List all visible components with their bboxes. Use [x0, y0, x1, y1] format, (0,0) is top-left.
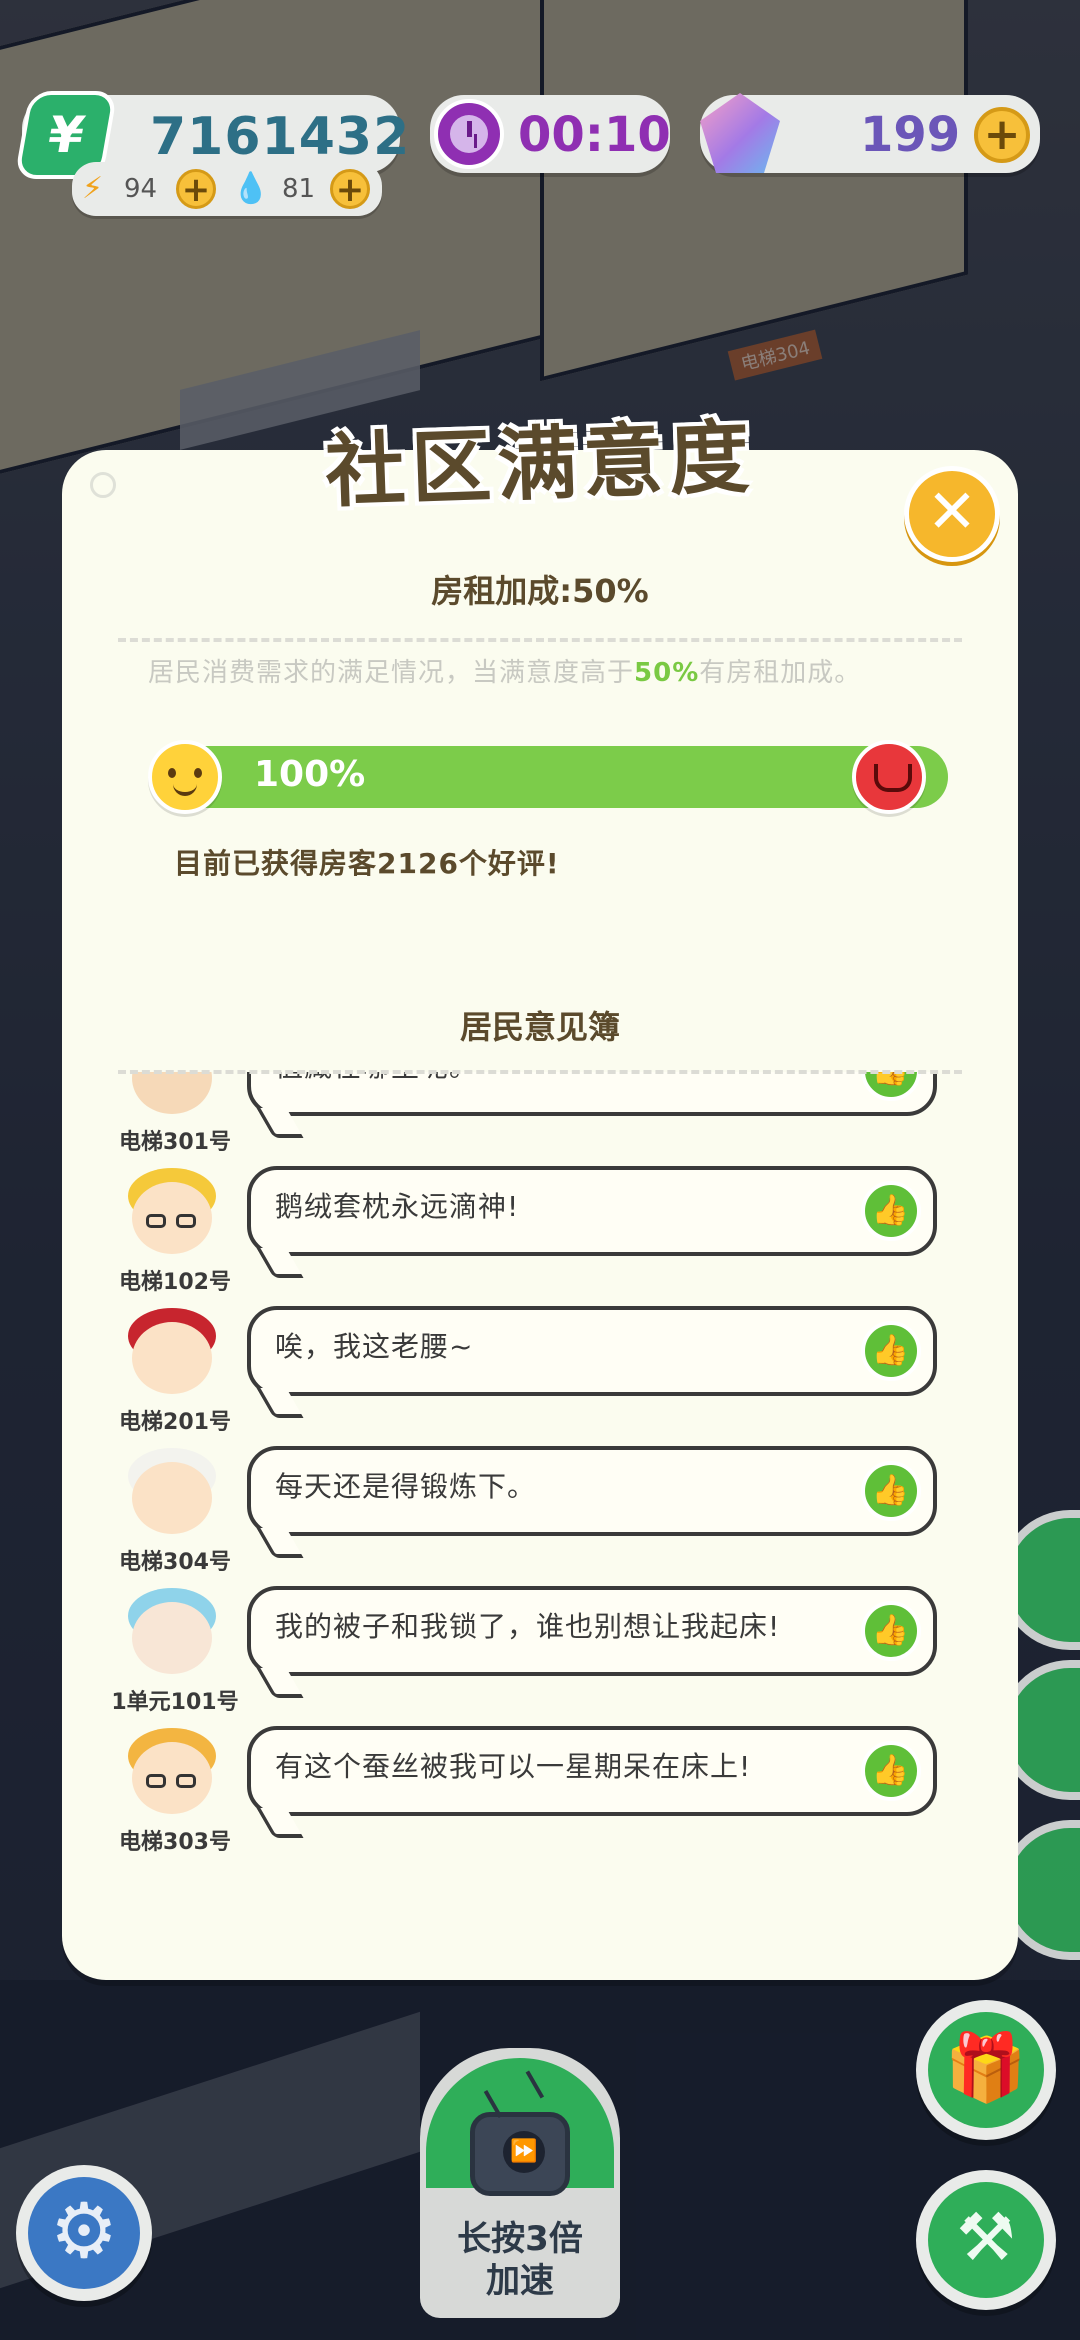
chef-avatar [120, 1442, 224, 1538]
comment-text: 我的被子和我锁了，谁也别想让我起床! [275, 1610, 781, 1643]
description-text: 居民消费需求的满足情况，当满意度高于 [148, 658, 635, 688]
comment-row: 电梯303号 有这个蚕丝被我可以一星期呆在床上! 👍 [62, 1722, 1018, 1862]
comment-bubble: 有这个蚕丝被我可以一星期呆在床上! 👍 [247, 1726, 937, 1816]
comment-row: 电梯304号 每天还是得锻炼下。 👍 [62, 1442, 1018, 1582]
thumbs-up-icon[interactable]: 👍 [861, 1181, 921, 1241]
comment-row: 电梯301号值藏在哪里呢。👍 [62, 1072, 1018, 1162]
comment-row: 电梯201号 唉，我这老腰~ 👍 [62, 1302, 1018, 1442]
add-water-button[interactable]: + [330, 169, 370, 209]
room-label: 1单元101号 [111, 1690, 239, 1715]
satisfaction-value: 100% [254, 754, 366, 795]
comment-row: 1单元101号 我的被子和我锁了，谁也别想让我起床! 👍 [62, 1582, 1018, 1722]
blue-curls-avatar [120, 1582, 224, 1678]
satisfaction-bar: 100% [162, 746, 948, 808]
comment-book-title: 居民意见簿 [459, 1008, 620, 1046]
room-label: 电梯201号 [119, 1410, 231, 1435]
room-label: 电梯304号 [119, 1550, 231, 1575]
thumbs-up-icon[interactable]: 👍 [861, 1461, 921, 1521]
timer-value: 00:10 [518, 107, 671, 163]
add-energy-button[interactable]: + [176, 169, 216, 209]
orange-curls-avatar [120, 1722, 224, 1818]
bandana-avatar [120, 1302, 224, 1398]
comment-bubble: 值藏在哪里呢。👍 [247, 1072, 937, 1116]
resource-counter: ⚡ 94 + 💧 81 + [72, 162, 382, 216]
room-label: 电梯102号 [119, 1270, 231, 1295]
comment-text: 有这个蚕丝被我可以一星期呆在床上! [275, 1750, 752, 1783]
glasses [146, 1214, 198, 1228]
hat-avatar [120, 1072, 224, 1118]
description-text: 有房租加成。 [699, 658, 862, 688]
water-drop-icon: 💧 [232, 171, 270, 206]
thumbs-up-icon[interactable]: 👍 [861, 1741, 921, 1801]
divider [118, 1070, 962, 1074]
face [132, 1602, 212, 1674]
reviews-count: 目前已获得房客2126个好评! [174, 847, 560, 880]
happy-face-icon [148, 740, 222, 814]
comment-bubble: 我的被子和我锁了，谁也别想让我起床! 👍 [247, 1586, 937, 1676]
comment-text: 唉，我这老腰~ [275, 1330, 474, 1363]
comment-text: 鹅绒套枕永远滴神! [275, 1190, 520, 1223]
gear-icon: ⚙ [28, 2177, 140, 2289]
blonde-glasses-avatar [120, 1162, 224, 1258]
speed-up-line1: 长按3倍 [457, 2219, 583, 2259]
divider [118, 638, 962, 642]
gem-icon [700, 93, 780, 173]
comment-list[interactable]: 电梯301号值藏在哪里呢。👍电梯102号鹅绒套枕永远滴神!👍电梯201号唉，我这… [62, 1072, 1018, 1932]
fast-forward-icon: ⏩ [503, 2131, 545, 2173]
description: 居民消费需求的满足情况，当满意度高于50%有房租加成。 [148, 652, 861, 689]
comment-bubble: 唉，我这老腰~ 👍 [247, 1306, 937, 1396]
speed-up-label: 长按3倍 加速 [420, 2218, 620, 2302]
add-gems-button[interactable]: + [974, 107, 1030, 163]
money-value: 7161432 [150, 107, 411, 167]
gift-icon: 🎁 [928, 2012, 1044, 2128]
tools-icon: ⚒ [928, 2182, 1044, 2298]
rent-bonus: 房租加成:50% [431, 572, 649, 610]
tv-icon: ⏩ [470, 2112, 570, 2196]
thumbs-up-icon[interactable]: 👍 [861, 1601, 921, 1661]
comment-text: 每天还是得锻炼下。 [275, 1470, 537, 1503]
speed-up-line2: 加速 [486, 2261, 554, 2301]
timer-counter: 00:10 [430, 95, 671, 173]
thumbs-up-icon[interactable]: 👍 [861, 1072, 921, 1101]
glasses [146, 1774, 198, 1788]
gem-value: 199 [860, 107, 961, 163]
room-label: 电梯301号 [119, 1130, 231, 1155]
room-label: 电梯303号 [119, 1830, 231, 1855]
comment-row: 电梯102号 鹅绒套枕永远滴神! 👍 [62, 1162, 1018, 1302]
thumbs-up-icon[interactable]: 👍 [861, 1321, 921, 1381]
water-value: 81 [282, 174, 316, 204]
description-highlight: 50% [634, 658, 700, 688]
lightning-icon: ⚡ [82, 171, 104, 206]
gem-counter: 199 + [700, 93, 1040, 173]
face [132, 1072, 212, 1114]
face [132, 1322, 212, 1394]
angry-face-icon [852, 740, 926, 814]
settings-button[interactable]: ⚙ [16, 2165, 152, 2301]
speed-up-button[interactable]: ⏩ 长按3倍 加速 [420, 2048, 620, 2318]
close-button[interactable]: ✕ [904, 466, 1000, 562]
build-tools-button[interactable]: ⚒ [916, 2170, 1056, 2310]
comment-bubble: 每天还是得锻炼下。 👍 [247, 1446, 937, 1536]
satisfaction-dialog: 房租加成:50% 居民消费需求的满足情况，当满意度高于50%有房租加成。 100… [62, 450, 1018, 1980]
clock-icon [434, 99, 504, 169]
face [132, 1462, 212, 1534]
energy-value: 94 [124, 174, 158, 204]
comment-bubble: 鹅绒套枕永远滴神! 👍 [247, 1166, 937, 1256]
gift-button[interactable]: 🎁 [916, 2000, 1056, 2140]
